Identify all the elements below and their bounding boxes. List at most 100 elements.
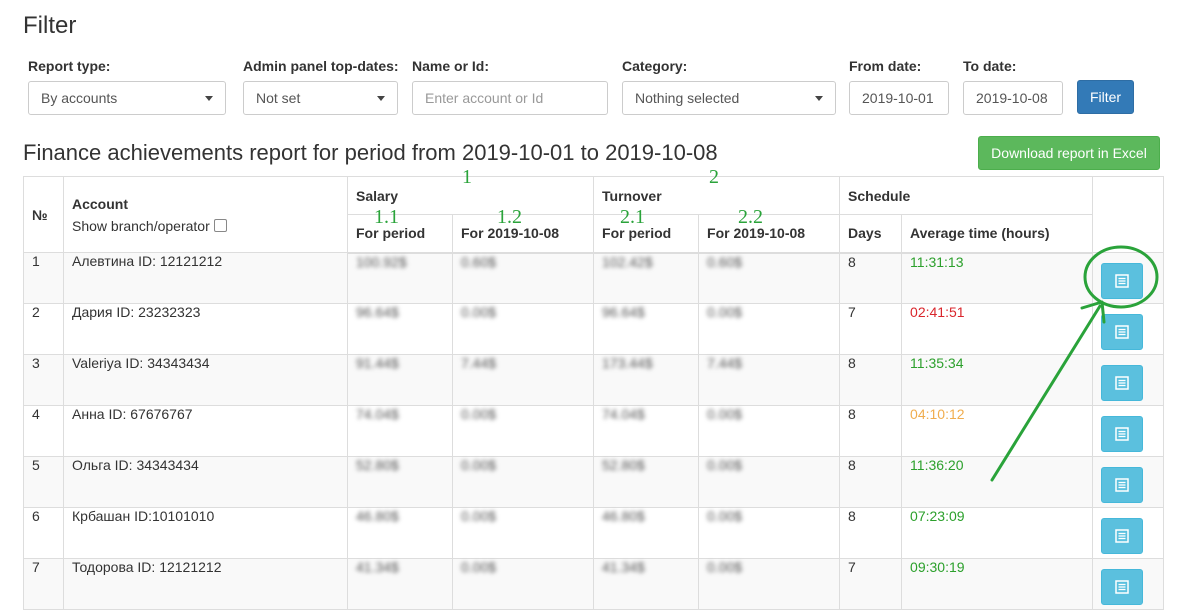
cell-salary-period: 100.92$	[347, 252, 453, 304]
view-details-button[interactable]	[1101, 518, 1144, 554]
cell-avg-time: 11:35:34	[901, 354, 1094, 406]
admin-panel-label: Admin panel top-dates:	[243, 58, 399, 74]
view-details-button[interactable]	[1101, 467, 1144, 503]
name-or-id-input[interactable]	[412, 81, 608, 115]
caret-down-icon	[377, 95, 385, 101]
view-details-button[interactable]	[1101, 416, 1144, 452]
cell-days: 8	[839, 456, 903, 508]
cell-salary-date-text: 0.00$	[461, 559, 497, 575]
table-row: 3 Valeriya ID: 34343434 91.44$ 7.44$ 173.44$…	[23, 354, 1165, 406]
cell-salary-period-text: 96.64$	[356, 304, 399, 320]
cell-salary-date-text: 7.44$	[461, 355, 497, 371]
cell-account-text: Алевтина ID: 12121212	[72, 253, 223, 269]
cell-turnover-date: 0.00$	[698, 456, 841, 508]
cell-avg-time: 11:36:20	[901, 456, 1094, 508]
cell-salary-period-text: 74.04$	[356, 406, 399, 422]
list-icon	[1115, 478, 1129, 492]
list-icon	[1115, 427, 1129, 441]
cell-days-text: 8	[848, 457, 856, 473]
to-date-input[interactable]: 2019-10-08	[963, 81, 1063, 115]
report-type-select[interactable]: By accounts	[28, 81, 226, 115]
report-table: № Account Show branch/operator Salary Tu…	[23, 176, 1165, 610]
cell-turnover-period: 74.04$	[593, 405, 700, 457]
category-label: Category:	[622, 58, 688, 74]
cell-salary-period: 96.64$	[347, 303, 453, 355]
cell-account: Крбашан ID:10101010	[63, 507, 348, 559]
table-row: 5 Ольга ID: 34343434 52.80$ 0.00$ 52.80$ 0.00…	[23, 456, 1165, 508]
cell-days: 8	[839, 354, 903, 406]
cell-salary-period: 91.44$	[347, 354, 453, 406]
filter-button[interactable]: Filter	[1077, 80, 1134, 114]
cell-avg-time: 02:41:51	[901, 303, 1094, 355]
admin-panel-select[interactable]: Not set	[243, 81, 398, 115]
cell-salary-date-text: 0.00$	[461, 304, 497, 320]
cell-salary-period: 74.04$	[347, 405, 453, 457]
cell-days: 8	[839, 507, 903, 559]
account-header-label: Account	[72, 195, 128, 212]
name-or-id-group: Name or Id:	[412, 58, 608, 115]
cell-days-text: 8	[848, 406, 856, 422]
cell-salary-period: 41.34$	[347, 558, 453, 610]
report-type-value: By accounts	[41, 90, 118, 106]
view-details-button[interactable]	[1101, 314, 1144, 350]
cell-account-text: Дария ID: 23232323	[72, 304, 201, 320]
actions-header	[1092, 176, 1165, 253]
list-icon	[1115, 376, 1129, 390]
cell-actions	[1092, 252, 1165, 304]
cell-turnover-period-text: 52.80$	[602, 457, 645, 473]
admin-panel-group: Admin panel top-dates: Not set	[243, 58, 399, 115]
cell-salary-period-text: 46.80$	[356, 508, 399, 524]
cell-turnover-period: 96.64$	[593, 303, 700, 355]
from-date-input[interactable]: 2019-10-01	[849, 81, 949, 115]
filter-title: Filter	[23, 12, 77, 39]
cell-turnover-period: 46.80$	[593, 507, 700, 559]
cell-days-text: 8	[848, 253, 856, 270]
show-branch-checkbox[interactable]	[213, 219, 227, 232]
cell-turnover-date: 7.44$	[698, 354, 841, 406]
cell-account: Дария ID: 23232323	[63, 303, 348, 355]
view-details-button[interactable]	[1101, 263, 1144, 299]
turnover-for-date-header: For 2019-10-08	[698, 214, 841, 254]
category-value: Nothing selected	[635, 90, 740, 106]
annotation-col-1-1: 1.1	[374, 206, 399, 228]
to-date-group: To date: 2019-10-08	[963, 58, 1063, 115]
cell-turnover-date: 0.60$	[698, 252, 841, 304]
cell-days: 8	[839, 405, 903, 457]
to-date-value: 2019-10-08	[976, 90, 1048, 106]
admin-panel-value: Not set	[256, 90, 301, 106]
salary-for-period-header: For period	[347, 214, 453, 254]
cell-days: 7	[839, 303, 903, 355]
cell-salary-date-text: 0.00$	[461, 406, 497, 422]
cell-salary-date: 0.00$	[451, 405, 595, 457]
cell-salary-date: 0.00$	[451, 507, 595, 559]
cell-avg-time: 09:30:19	[901, 558, 1094, 610]
cell-number: 1	[23, 252, 64, 304]
turnover-for-period-header: For period	[593, 214, 700, 254]
cell-account-text: Valeriya ID: 34343434	[72, 355, 210, 371]
download-excel-button[interactable]: Download report in Excel	[978, 136, 1160, 170]
cell-salary-date: 7.44$	[451, 354, 595, 406]
cell-account: Ольга ID: 34343434	[63, 456, 348, 508]
cell-avg-time-text: 11:31:13	[910, 253, 964, 270]
cell-number: 7	[23, 558, 64, 610]
view-details-button[interactable]	[1101, 365, 1144, 401]
report-type-group: Report type: By accounts	[28, 58, 226, 115]
to-date-label: To date:	[963, 58, 1017, 74]
cell-actions	[1092, 354, 1165, 406]
from-date-label: From date:	[849, 58, 922, 74]
cell-number: 3	[23, 354, 64, 406]
cell-days: 7	[839, 558, 903, 610]
category-select[interactable]: Nothing selected	[622, 81, 836, 115]
cell-actions	[1092, 405, 1165, 457]
view-details-button[interactable]	[1101, 569, 1144, 605]
cell-number: 4	[23, 405, 64, 457]
cell-account-text: Крбашан ID:10101010	[72, 508, 215, 524]
cell-avg-time-text: 02:41:51	[910, 304, 965, 320]
cell-salary-period: 46.80$	[347, 507, 453, 559]
cell-days-text: 8	[848, 508, 856, 524]
table-row: 2 Дария ID: 23232323 96.64$ 0.00$ 96.64$ 0.00…	[23, 303, 1165, 355]
salary-for-date-header: For 2019-10-08	[451, 214, 595, 254]
annotation-turnover-number: 2	[709, 166, 719, 188]
cell-avg-time-text: 04:10:12	[910, 406, 965, 422]
name-or-id-label: Name or Id:	[412, 58, 490, 74]
